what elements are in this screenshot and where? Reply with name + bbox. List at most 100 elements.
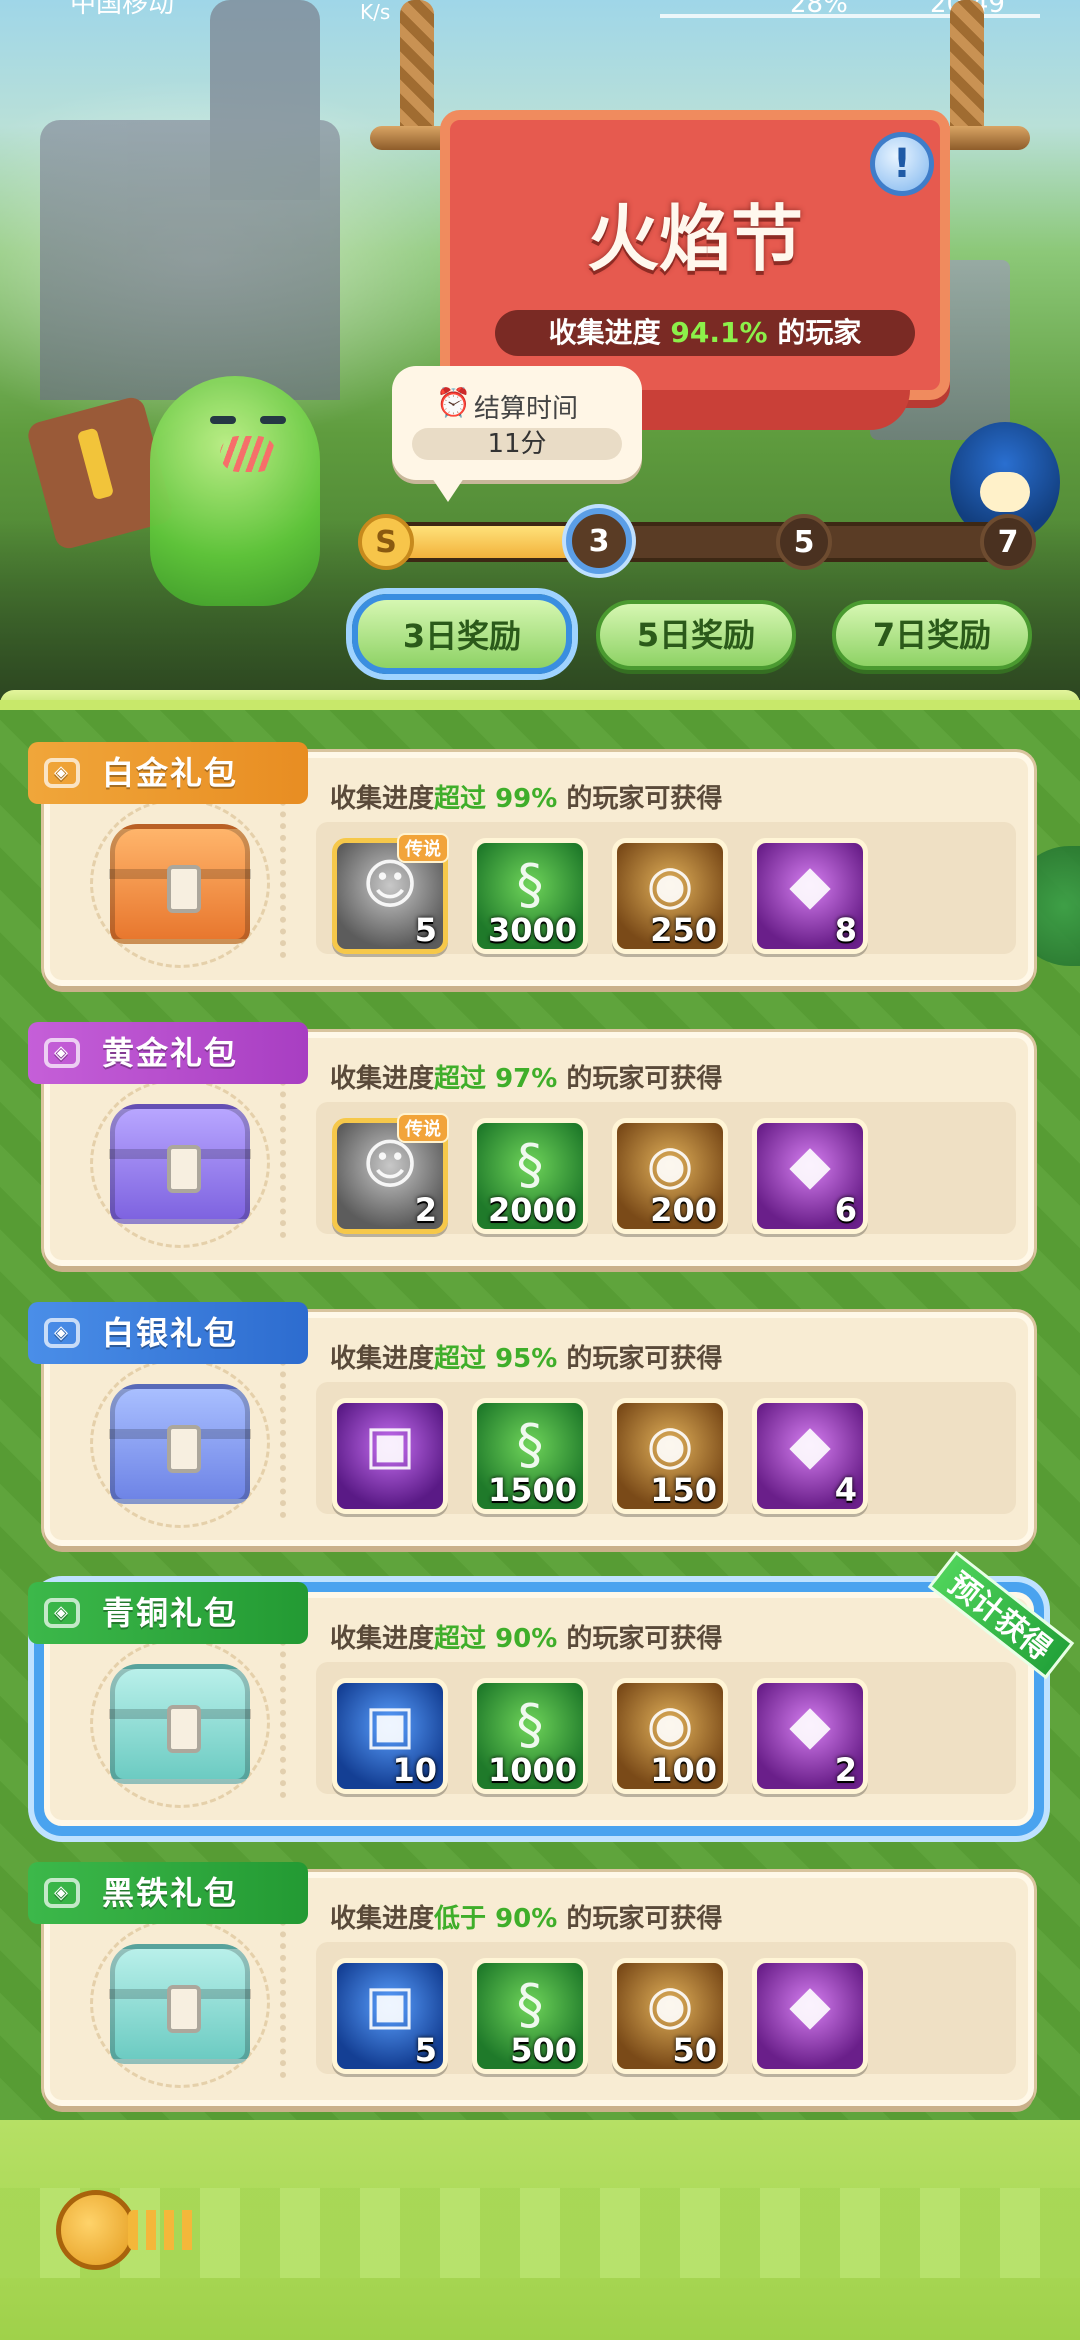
- progress-node-start: S: [358, 514, 414, 570]
- item-quantity: 250: [650, 911, 717, 949]
- crystal-gem-icon: ◆: [789, 1693, 831, 1756]
- coin-stack-icon: ◉: [646, 853, 694, 916]
- item-quantity: 5: [414, 911, 437, 949]
- alarm-clock-icon: ⏰: [436, 386, 471, 419]
- treasure-chest-icon: [109, 1664, 251, 1784]
- scroll-icon: §: [516, 1693, 544, 1756]
- timer-label: 结算时间: [474, 394, 579, 424]
- desc-suffix: 的玩家可获得: [557, 1064, 723, 1094]
- desc-prefix: 收集进度: [330, 1064, 435, 1094]
- reward-item[interactable]: ▣: [332, 1398, 448, 1514]
- reward-item[interactable]: ◆: [752, 1958, 868, 2074]
- desc-threshold: 超过 95%: [434, 1344, 558, 1374]
- ribbon-eye-icon: ◈: [44, 758, 80, 788]
- item-quantity: 200: [650, 1191, 717, 1229]
- fishbone-icon[interactable]: [56, 2180, 206, 2280]
- reward-item[interactable]: ◆ 8: [752, 838, 868, 954]
- item-quantity: 50: [672, 2031, 717, 2069]
- ribbon-eye-icon: ◈: [44, 1038, 80, 1068]
- ribbon-eye-icon: ◈: [44, 1878, 80, 1908]
- settle-timer: ⏰ 结算时间 11分: [392, 366, 642, 502]
- tier-description: 收集进度超过 99% 的玩家可获得: [330, 778, 722, 815]
- desc-threshold: 超过 97%: [434, 1064, 558, 1094]
- tier-card-iron[interactable]: ◈ 黑铁礼包 收集进度低于 90% 的玩家可获得 ▣ 5 § 500 ◉ 50 …: [28, 1862, 1034, 2106]
- reward-item[interactable]: ▣ 10: [332, 1678, 448, 1794]
- legend-tag: 传说: [397, 1113, 449, 1143]
- reward-item[interactable]: ◆ 2: [752, 1678, 868, 1794]
- castle-decoration: [40, 0, 340, 400]
- treasure-chest-icon: [109, 1384, 251, 1504]
- item-quantity: 2: [834, 1751, 857, 1789]
- desc-threshold: 超过 90%: [434, 1624, 558, 1654]
- reward-item[interactable]: ◉ 250: [612, 838, 728, 954]
- item-quantity: 3000: [487, 911, 577, 949]
- tier-name-ribbon: ◈ 白银礼包: [28, 1302, 308, 1364]
- reward-item[interactable]: ☺ 2 传说: [332, 1113, 449, 1234]
- timer-value: 11分: [412, 428, 622, 460]
- desc-threshold: 低于 90%: [434, 1904, 558, 1934]
- ribbon-eye-icon: ◈: [44, 1598, 80, 1628]
- tab-7-day-reward[interactable]: 7日奖励: [832, 600, 1032, 670]
- slime-character: [150, 376, 320, 606]
- tier-card-silver[interactable]: ◈ 白银礼包 收集进度超过 95% 的玩家可获得 ▣ § 1500 ◉ 150 …: [28, 1302, 1034, 1546]
- reward-item[interactable]: § 3000: [472, 838, 588, 954]
- reward-item[interactable]: § 2000: [472, 1118, 588, 1234]
- network-speed: K/s: [360, 0, 391, 24]
- scroll-icon: §: [516, 853, 544, 916]
- progress-node-7: 7: [980, 514, 1036, 570]
- reward-item[interactable]: § 500: [472, 1958, 588, 2074]
- battery-level: 28%: [790, 0, 848, 19]
- card-divider: [280, 1908, 286, 2078]
- desc-suffix: 的玩家可获得: [557, 1624, 723, 1654]
- item-quantity: 5: [414, 2031, 437, 2069]
- info-icon[interactable]: !: [870, 132, 934, 196]
- treasure-chest-icon: [109, 1944, 251, 2064]
- tier-name: 白银礼包: [102, 1314, 239, 1352]
- reward-item[interactable]: ◉ 200: [612, 1118, 728, 1234]
- reward-item[interactable]: § 1000: [472, 1678, 588, 1794]
- tab-5-day-reward[interactable]: 5日奖励: [596, 600, 796, 670]
- reward-item[interactable]: ▣ 5: [332, 1958, 448, 2074]
- coin-stack-icon: ◉: [646, 1413, 694, 1476]
- tier-card-gold[interactable]: ◈ 黄金礼包 收集进度超过 97% 的玩家可获得 ☺ 2 传说 § 2000 ◉…: [28, 1022, 1034, 1266]
- reward-item[interactable]: § 1500: [472, 1398, 588, 1514]
- tier-description: 收集进度超过 90% 的玩家可获得: [330, 1618, 722, 1655]
- event-title: 火焰节: [586, 197, 803, 281]
- treasure-chest-icon: [109, 1104, 251, 1224]
- tier-name: 青铜礼包: [102, 1594, 239, 1632]
- desc-threshold: 超过 99%: [434, 784, 558, 814]
- item-quantity: 1000: [487, 1751, 577, 1789]
- tier-description: 收集进度超过 95% 的玩家可获得: [330, 1338, 722, 1375]
- tier-name: 黄金礼包: [102, 1034, 239, 1072]
- tier-description: 收集进度超过 97% 的玩家可获得: [330, 1058, 722, 1095]
- progress-percent: 94.1%: [670, 316, 768, 349]
- reward-item[interactable]: ☺ 5 传说: [332, 833, 449, 954]
- reward-item[interactable]: ◆ 6: [752, 1118, 868, 1234]
- tab-3-day-reward[interactable]: 3日奖励: [352, 594, 572, 674]
- treasure-chest-icon: [109, 824, 251, 944]
- reward-item[interactable]: ◉ 100: [612, 1678, 728, 1794]
- tier-name: 白金礼包: [102, 754, 239, 792]
- tier-name-ribbon: ◈ 黑铁礼包: [28, 1862, 308, 1924]
- tier-description: 收集进度低于 90% 的玩家可获得: [330, 1898, 722, 1935]
- scroll-icon: §: [516, 1973, 544, 2036]
- card-divider: [280, 1348, 286, 1518]
- item-quantity: 4: [834, 1471, 857, 1509]
- item-quantity: 10: [392, 1751, 437, 1789]
- tier-name-ribbon: ◈ 青铜礼包: [28, 1582, 308, 1644]
- reward-item[interactable]: ◆ 4: [752, 1398, 868, 1514]
- tier-card-platinum[interactable]: ◈ 白金礼包 收集进度超过 99% 的玩家可获得 ☺ 5 传说 § 3000 ◉…: [28, 742, 1034, 986]
- scroll-icon: §: [516, 1413, 544, 1476]
- track-fill: [384, 526, 593, 558]
- reward-item[interactable]: ◉ 150: [612, 1398, 728, 1514]
- progress-prefix: 收集进度: [548, 316, 661, 349]
- progress-node-3: 3: [566, 508, 632, 574]
- desc-prefix: 收集进度: [330, 1904, 435, 1934]
- legend-tag: 传说: [397, 833, 449, 863]
- tier-card-bronze[interactable]: ◈ 青铜礼包 收集进度超过 90% 的玩家可获得 ▣ 10 § 1000 ◉ 1…: [28, 1550, 1075, 1826]
- desc-suffix: 的玩家可获得: [557, 1344, 723, 1374]
- reward-item[interactable]: ◉ 50: [612, 1958, 728, 2074]
- card-divider: [280, 1068, 286, 1238]
- item-quantity: 2000: [487, 1191, 577, 1229]
- coin-stack-icon: ◉: [646, 1973, 694, 2036]
